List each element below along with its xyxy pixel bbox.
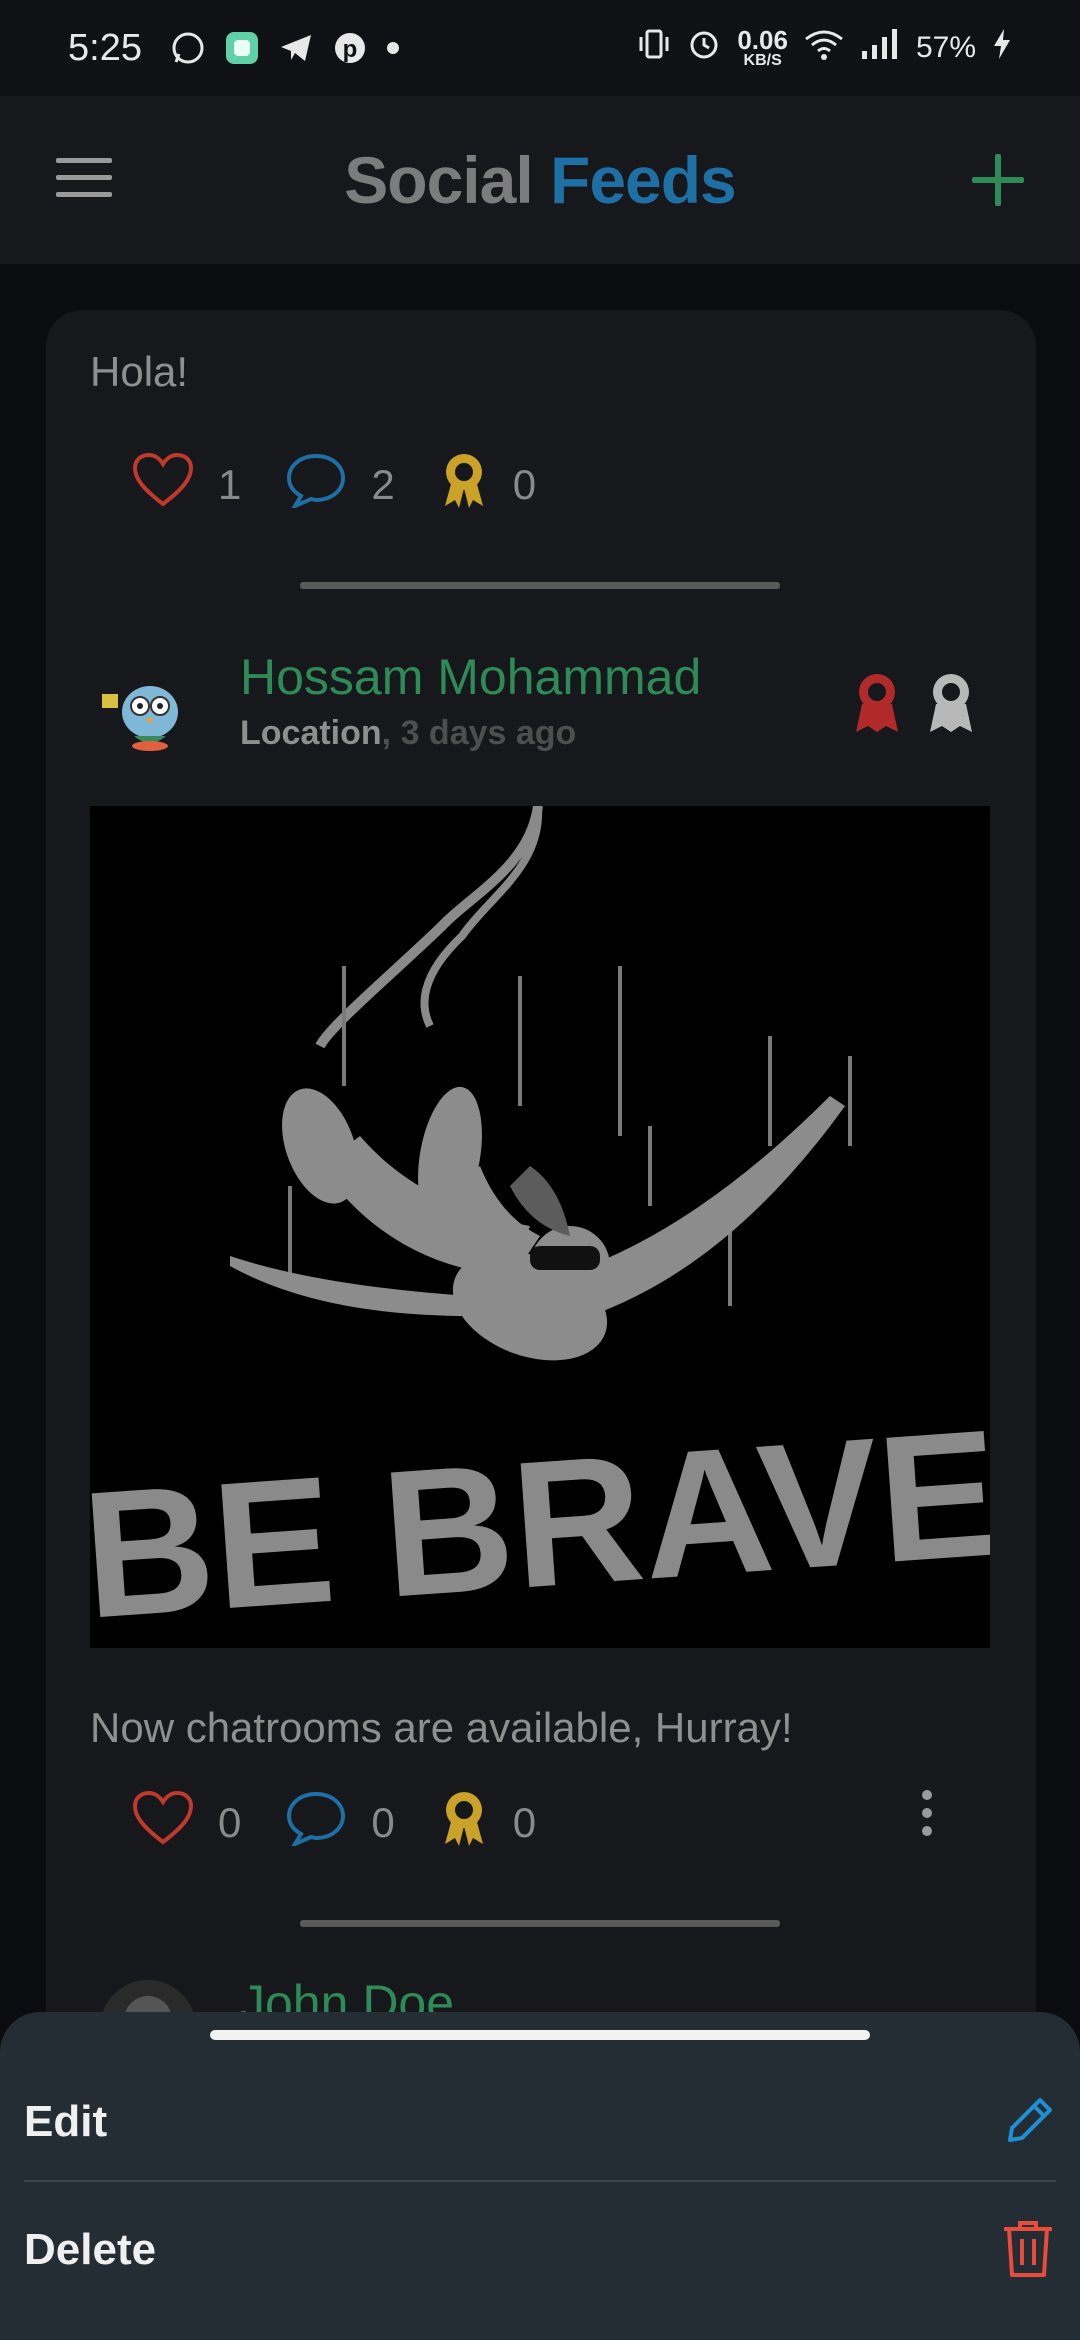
notification-dot-icon	[386, 41, 400, 55]
alarm-icon	[687, 27, 721, 69]
network-speed: 0.06 KB/S	[737, 27, 788, 69]
more-options-icon[interactable]	[920, 1790, 934, 1840]
avatar[interactable]	[100, 660, 196, 756]
signal-icon	[860, 27, 900, 69]
title-part-social: Social	[344, 143, 533, 217]
page-title: Social Feeds	[344, 142, 737, 218]
menu-icon[interactable]	[56, 158, 112, 202]
award-count: 0	[512, 1799, 537, 1846]
award-icon[interactable]	[439, 450, 489, 520]
status-time: 5:25	[68, 26, 142, 69]
post-author[interactable]: Hossam Mohammad	[240, 648, 701, 706]
post-location: Location	[240, 714, 382, 752]
battery-level: 57%	[915, 31, 976, 64]
edit-label: Edit	[24, 2097, 108, 2146]
post-text: Now chatrooms are available, Hurray!	[90, 1704, 793, 1751]
like-count: 0	[218, 1799, 242, 1846]
comment-count: 0	[371, 1799, 395, 1846]
svg-text:p: p	[343, 36, 358, 63]
trash-icon	[1000, 2217, 1056, 2284]
network-speed-unit: KB/S	[743, 52, 782, 69]
post-image[interactable]: BE BRAVE	[77, 805, 1006, 1657]
network-speed-value: 0.06	[737, 25, 788, 55]
post-meta: Location, 3 days ago	[240, 714, 576, 753]
post-time: , 3 days ago	[381, 714, 577, 752]
like-count: 1	[218, 461, 242, 508]
vibrate-icon	[637, 27, 671, 69]
award-count: 0	[512, 461, 537, 508]
telegram-icon	[278, 30, 314, 66]
post-reactions: 1 2 0	[132, 450, 580, 520]
app-icon	[224, 30, 260, 66]
red-badge-icon[interactable]	[854, 672, 900, 739]
pinterest-icon: p	[332, 30, 368, 66]
heart-icon[interactable]	[132, 1790, 194, 1856]
award-icon[interactable]	[439, 1788, 489, 1858]
silver-badge-icon[interactable]	[928, 672, 974, 739]
delete-button[interactable]: Delete	[0, 2190, 1080, 2310]
status-bar: 5:25 p 0.06 KB/S 57%	[0, 0, 1080, 96]
sheet-drag-handle[interactable]	[210, 2030, 870, 2040]
edit-button[interactable]: Edit	[0, 2062, 1080, 2182]
bottom-sheet: Edit Delete	[0, 2012, 1080, 2340]
wifi-icon	[804, 27, 844, 69]
app-bar: Social Feeds	[0, 96, 1080, 264]
charging-icon	[992, 27, 1012, 69]
sheet-divider	[24, 2180, 1056, 2182]
comment-icon[interactable]	[285, 452, 347, 518]
comment-count: 2	[371, 461, 395, 508]
comment-icon[interactable]	[285, 1790, 347, 1856]
post-divider	[300, 1920, 780, 1927]
whatsapp-icon	[170, 30, 206, 66]
post-reactions: 0 0 0	[132, 1788, 580, 1858]
post-divider	[300, 582, 780, 589]
post-badges	[854, 672, 974, 739]
title-part-feeds: Feeds	[550, 143, 737, 217]
pencil-icon	[1004, 2094, 1056, 2151]
delete-label: Delete	[24, 2225, 157, 2274]
post-text: Hola!	[90, 348, 189, 395]
heart-icon[interactable]	[132, 452, 194, 518]
add-post-button[interactable]	[972, 154, 1024, 206]
